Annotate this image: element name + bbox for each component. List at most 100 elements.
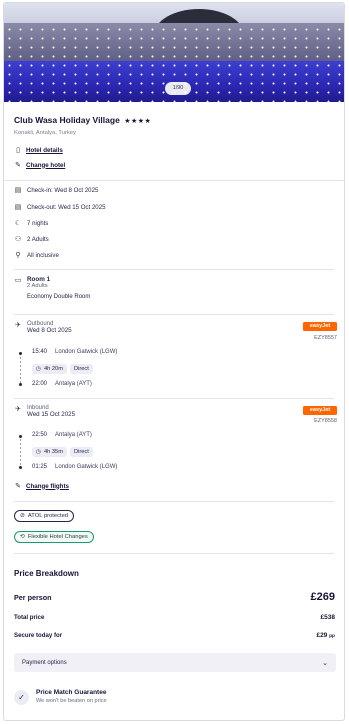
moon-icon: ☾ (14, 220, 22, 227)
board-row: ⚲ All inclusive (14, 251, 59, 260)
board-text: All inclusive (27, 251, 59, 259)
change-hotel-link[interactable]: ✎ Change hotel (14, 161, 65, 170)
bed-icon: ▭ (14, 277, 22, 284)
dep-airport: Antalya (AYT) (55, 432, 92, 438)
divider (14, 398, 334, 399)
atol-text: ATOL protected (27, 513, 69, 519)
inbound-date: Wed 15 Oct 2025 (27, 411, 76, 418)
duration-pill: ◷ 4h 35m (32, 447, 67, 457)
checkout-row: ▤ Check-out: Wed 15 Oct 2025 (14, 203, 106, 212)
inbound-flight-number: EZY8558 (314, 418, 337, 424)
refresh-icon: ⟲ (20, 534, 25, 540)
calendar-icon: ▤ (14, 204, 22, 211)
document-icon: ▯ (16, 147, 20, 154)
hotel-details-link[interactable]: ▯ Hotel details (14, 146, 63, 155)
nights-row: ☾ 7 nights (14, 219, 49, 228)
divider (14, 314, 334, 315)
secure-row: Secure today for £29 pp (14, 632, 335, 639)
outbound-flight-number: EZY8557 (314, 335, 337, 341)
outbound-header: ✈ Outbound Wed 8 Oct 2025 (14, 321, 72, 334)
arr-airport: Antalya (AYT) (55, 381, 92, 387)
stops-pill: Direct (69, 364, 93, 374)
shield-check-icon: ⊘ (20, 513, 25, 519)
arr-time: 22:00 (32, 381, 48, 387)
divider (4, 180, 344, 181)
stops-pill: Direct (69, 447, 93, 457)
calendar-icon: ▤ (14, 187, 22, 194)
hotel-details-label[interactable]: Hotel details (26, 147, 63, 154)
airline-logo: easyJet (303, 322, 337, 331)
arr-time: 01:25 (32, 464, 48, 470)
dep-airport: London Gatwick (LGW) (55, 349, 118, 355)
dep-time: 15:40 (32, 349, 48, 355)
dep-time: 22:50 (32, 432, 48, 438)
pencil-icon: ✎ (15, 162, 21, 169)
change-flights-label[interactable]: Change flights (26, 483, 69, 490)
change-hotel-label[interactable]: Change hotel (26, 162, 65, 169)
inbound-header: ✈ Inbound Wed 15 Oct 2025 (14, 405, 75, 418)
price-breakdown-title: Price Breakdown (14, 569, 79, 578)
outbound-arrival: 22:00 Antalya (AYT) (32, 381, 92, 387)
room-title: Room 1 (27, 276, 51, 283)
timeline-line (20, 353, 21, 385)
payment-options-label: Payment options (22, 659, 67, 666)
guarantee-title: Price Match Guarantee (36, 689, 107, 696)
outbound-duration: ◷ 4h 20m Direct (32, 364, 93, 374)
duration-text: 4h 35m (43, 449, 63, 455)
clock-icon: ◷ (36, 366, 41, 372)
timeline-dot (18, 352, 22, 355)
room-block: ▭ Room 1 2 Adults Economy Double Room (14, 276, 91, 300)
guarantee-subtitle: We won't be beaten on price (36, 698, 107, 704)
total-value: £538 (320, 614, 335, 621)
payment-options-dropdown[interactable]: Payment options ⌄ (14, 653, 336, 672)
hotel-name: Club Wasa Holiday Village ★★★★ (14, 115, 151, 125)
total-row: Total price £538 (14, 614, 335, 621)
secure-suffix: pp (329, 634, 335, 639)
people-icon: ⚇ (14, 236, 22, 243)
duration-text: 4h 20m (43, 366, 63, 372)
checkin-text: Check-in: Wed 8 Oct 2025 (27, 186, 99, 194)
duration-pill: ◷ 4h 20m (32, 364, 67, 374)
secure-label: Secure today for (14, 632, 63, 639)
checkout-text: Check-out: Wed 15 Oct 2025 (27, 203, 106, 211)
cutlery-icon: ⚲ (15, 252, 21, 259)
timeline-dot (18, 466, 22, 469)
divider (14, 553, 334, 554)
atol-badge: ⊘ ATOL protected (14, 510, 75, 522)
gallery-counter: 1/90 (165, 82, 191, 95)
change-flights-link[interactable]: ✎ Change flights (14, 482, 69, 491)
outbound-departure: 15:40 London Gatwick (LGW) (32, 349, 117, 355)
hotel-name-text: Club Wasa Holiday Village (14, 115, 120, 125)
clock-icon: ◷ (36, 449, 41, 455)
guests-text: 2 Adults (27, 235, 49, 243)
star-rating: ★★★★ (124, 118, 152, 125)
secure-value-group: £29 pp (316, 632, 335, 639)
per-person-row: Per person £269 (14, 591, 335, 603)
inbound-arrival: 01:25 London Gatwick (LGW) (32, 464, 117, 470)
nights-text: 7 nights (27, 219, 49, 227)
chevron-down-icon: ⌄ (322, 659, 328, 667)
pencil-icon: ✎ (15, 483, 21, 490)
airline-logo: easyJet (303, 406, 337, 415)
guests-row: ⚇ 2 Adults (14, 235, 49, 244)
inbound-duration: ◷ 4h 35m Direct (32, 447, 93, 457)
hotel-photo-gallery[interactable]: 1/90 (4, 3, 344, 102)
plane-icon: ✈ (15, 322, 21, 329)
price-match-guarantee: ✓ Price Match Guarantee We won't be beat… (14, 689, 107, 705)
per-person-label: Per person (14, 593, 52, 602)
flex-text: Flexible Hotel Changes (27, 534, 88, 540)
hotel-location: Konakli, Antalya, Turkey (14, 130, 76, 136)
timeline-dot (18, 383, 22, 386)
timeline-line (20, 435, 21, 468)
booking-summary-card: 1/90 Club Wasa Holiday Village ★★★★ Kona… (3, 2, 345, 721)
divider (14, 269, 334, 270)
divider (14, 501, 334, 502)
checkmark-icon: ✓ (14, 690, 29, 705)
room-guests: 2 Adults (27, 283, 48, 289)
checkin-row: ▤ Check-in: Wed 8 Oct 2025 (14, 186, 99, 195)
outbound-date: Wed 8 Oct 2025 (27, 327, 72, 334)
plane-icon: ✈ (15, 406, 21, 413)
per-person-value: £269 (310, 591, 335, 603)
room-type: Economy Double Room (27, 294, 91, 300)
total-label: Total price (14, 614, 45, 621)
